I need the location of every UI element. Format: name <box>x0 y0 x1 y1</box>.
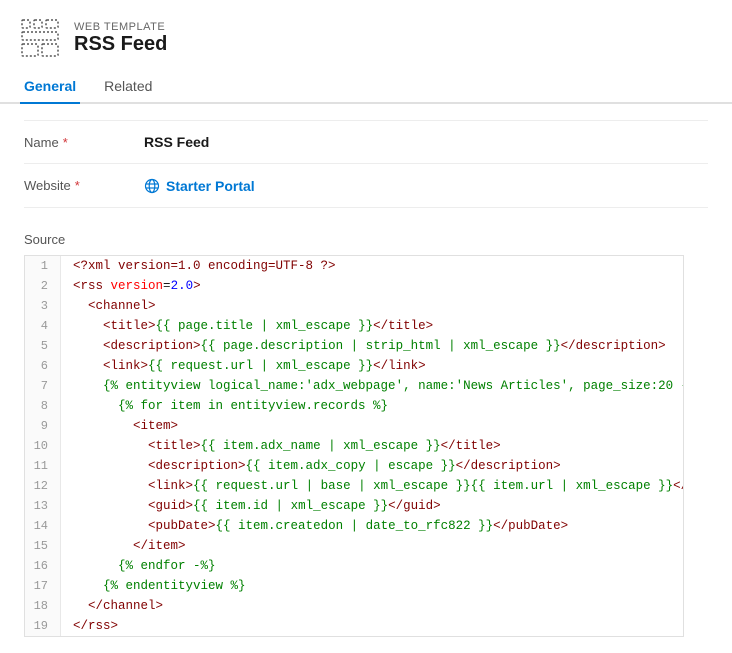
line-content: <channel> <box>61 296 156 316</box>
code-line: 13 <guid>{{ item.id | xml_escape }}</gui… <box>25 496 683 516</box>
line-number: 8 <box>25 396 61 416</box>
website-value: Starter Portal <box>166 178 255 194</box>
code-line: 8 {% for item in entityview.records %} <box>25 396 683 416</box>
page-header: WEB TEMPLATE RSS Feed <box>0 0 732 70</box>
line-number: 18 <box>25 596 61 616</box>
header-subtitle: WEB TEMPLATE <box>74 21 167 33</box>
line-content: <guid>{{ item.id | xml_escape }}</guid> <box>61 496 441 516</box>
code-line: 3 <channel> <box>25 296 683 316</box>
line-number: 3 <box>25 296 61 316</box>
line-content: </item> <box>61 536 186 556</box>
website-required: * <box>75 178 80 193</box>
line-content: <item> <box>61 416 178 436</box>
code-line: 12 <link>{{ request.url | base | xml_esc… <box>25 476 683 496</box>
name-field: Name* RSS Feed <box>24 120 708 164</box>
line-number: 5 <box>25 336 61 356</box>
line-content: {% endfor -%} <box>61 556 216 576</box>
code-line: 9 <item> <box>25 416 683 436</box>
header-text-block: WEB TEMPLATE RSS Feed <box>74 21 167 56</box>
code-line: 1<?xml version=1.0 encoding=UTF-8 ?> <box>25 256 683 276</box>
line-content: <description>{{ page.description | strip… <box>61 336 666 356</box>
website-label: Website* <box>24 178 144 193</box>
line-content: {% endentityview %} <box>61 576 246 596</box>
line-number: 7 <box>25 376 61 396</box>
line-number: 17 <box>25 576 61 596</box>
line-content: <?xml version=1.0 encoding=UTF-8 ?> <box>61 256 336 276</box>
source-label: Source <box>24 232 732 247</box>
line-content: </rss> <box>61 616 118 636</box>
code-line: 14 <pubDate>{{ item.createdon | date_to_… <box>25 516 683 536</box>
code-line: 18 </channel> <box>25 596 683 616</box>
line-number: 19 <box>25 616 61 636</box>
line-number: 1 <box>25 256 61 276</box>
line-number: 13 <box>25 496 61 516</box>
code-line: 7 {% entityview logical_name:'adx_webpag… <box>25 376 683 396</box>
line-number: 10 <box>25 436 61 456</box>
line-number: 11 <box>25 456 61 476</box>
web-template-icon <box>20 18 60 58</box>
form-section: Name* RSS Feed Website* Starter Portal <box>0 104 732 224</box>
line-number: 16 <box>25 556 61 576</box>
code-line: 5 <description>{{ page.description | str… <box>25 336 683 356</box>
code-line: 11 <description>{{ item.adx_copy | escap… <box>25 456 683 476</box>
line-content: <rss version=2.0> <box>61 276 201 296</box>
line-number: 9 <box>25 416 61 436</box>
line-number: 4 <box>25 316 61 336</box>
code-line: 16 {% endfor -%} <box>25 556 683 576</box>
code-line: 10 <title>{{ item.adx_name | xml_escape … <box>25 436 683 456</box>
website-field: Website* Starter Portal <box>24 164 708 208</box>
line-content: {% entityview logical_name:'adx_webpage'… <box>61 376 684 396</box>
line-number: 15 <box>25 536 61 556</box>
code-line: 6 <link>{{ request.url | xml_escape }}</… <box>25 356 683 376</box>
name-required: * <box>63 135 68 150</box>
website-link[interactable]: Starter Portal <box>144 178 255 194</box>
tab-general[interactable]: General <box>20 70 80 104</box>
line-number: 12 <box>25 476 61 496</box>
code-line: 2<rss version=2.0> <box>25 276 683 296</box>
line-number: 14 <box>25 516 61 536</box>
code-line: 15 </item> <box>25 536 683 556</box>
code-line: 19</rss> <box>25 616 683 636</box>
line-number: 2 <box>25 276 61 296</box>
line-content: <link>{{ request.url | xml_escape }}</li… <box>61 356 426 376</box>
name-value: RSS Feed <box>144 134 209 150</box>
tab-bar: General Related <box>0 70 732 104</box>
code-line: 4 <title>{{ page.title | xml_escape }}</… <box>25 316 683 336</box>
line-content: <description>{{ item.adx_copy | escape }… <box>61 456 561 476</box>
code-container: 1<?xml version=1.0 encoding=UTF-8 ?>2<rs… <box>0 251 732 653</box>
line-content: <link>{{ request.url | base | xml_escape… <box>61 476 684 496</box>
tab-related[interactable]: Related <box>100 70 156 104</box>
line-content: <pubDate>{{ item.createdon | date_to_rfc… <box>61 516 568 536</box>
source-section: Source <box>0 224 732 247</box>
globe-icon <box>144 178 160 194</box>
name-label: Name* <box>24 135 144 150</box>
code-block: 1<?xml version=1.0 encoding=UTF-8 ?>2<rs… <box>24 255 684 637</box>
line-content: {% for item in entityview.records %} <box>61 396 388 416</box>
line-number: 6 <box>25 356 61 376</box>
line-content: <title>{{ item.adx_name | xml_escape }}<… <box>61 436 501 456</box>
line-content: </channel> <box>61 596 163 616</box>
header-title: RSS Feed <box>74 33 167 56</box>
line-content: <title>{{ page.title | xml_escape }}</ti… <box>61 316 433 336</box>
code-line: 17 {% endentityview %} <box>25 576 683 596</box>
